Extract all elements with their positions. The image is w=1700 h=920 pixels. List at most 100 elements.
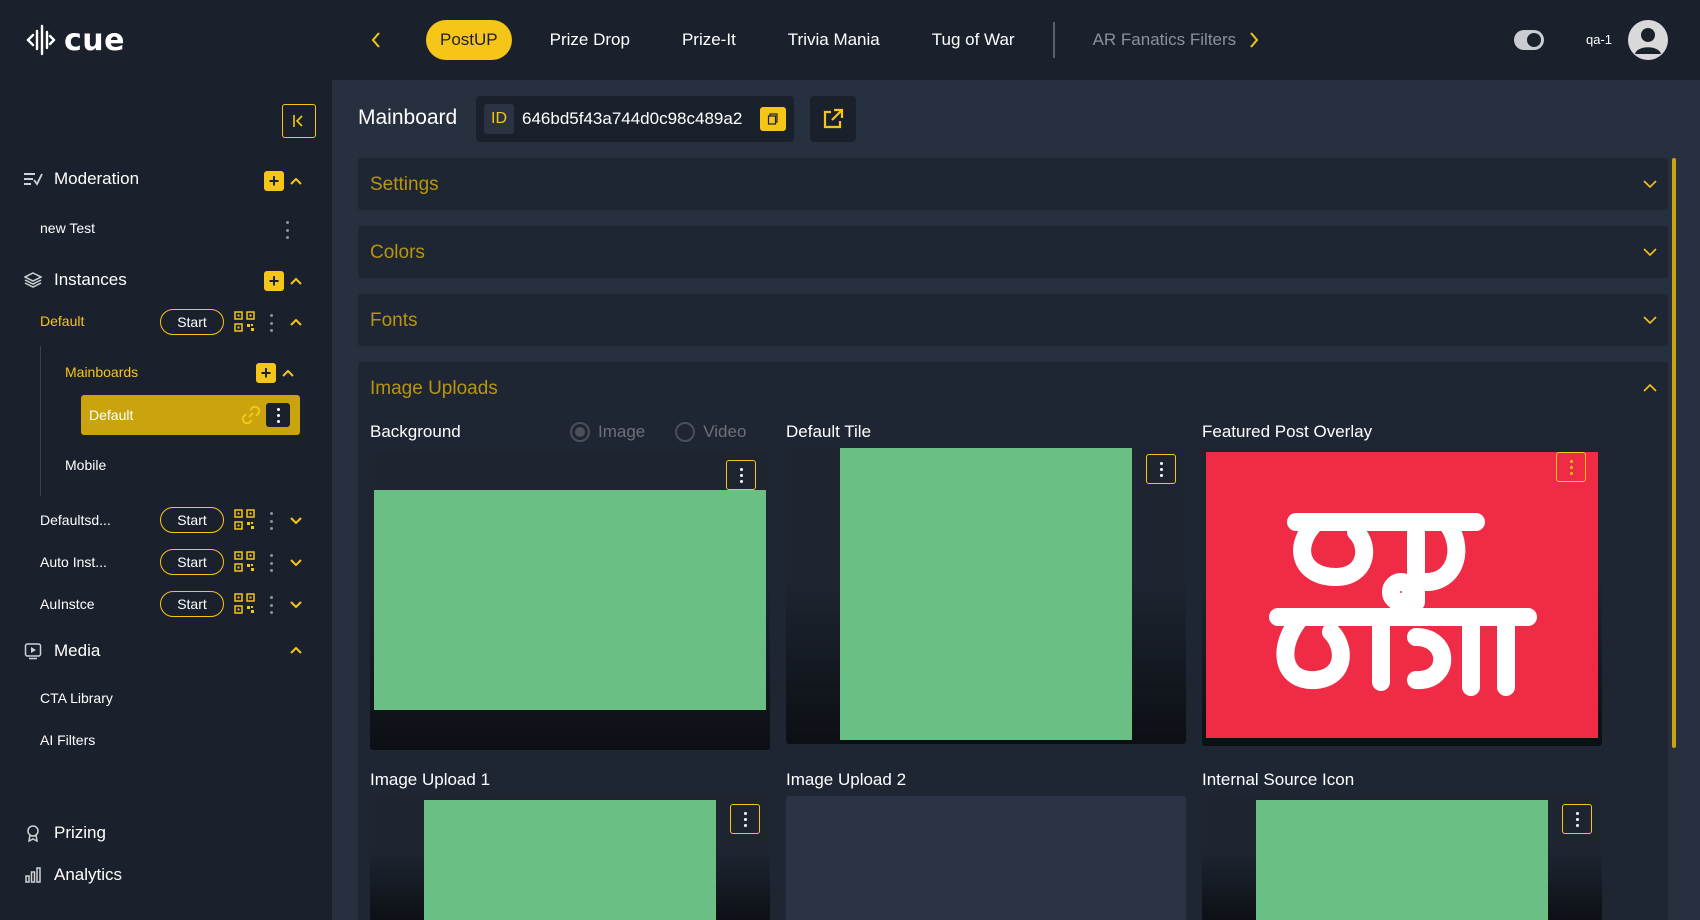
sidebar-item-ai-filters[interactable]: AI Filters: [40, 732, 95, 748]
tab-tug-of-war[interactable]: Tug of War: [918, 20, 1029, 60]
sidebar-item-instance[interactable]: Auto Inst...: [40, 554, 107, 570]
tabs-prev-button[interactable]: [362, 26, 390, 54]
panel-title: Fonts: [370, 310, 418, 331]
more-options-icon[interactable]: [268, 596, 274, 614]
radio-label: Image: [598, 422, 646, 441]
sidebar-section-moderation[interactable]: Moderation: [22, 168, 139, 190]
user-icon: [1635, 28, 1661, 54]
chevron-down-icon[interactable]: [288, 512, 304, 528]
sidebar-item-instance[interactable]: Defaultsd...: [40, 512, 111, 528]
copy-id-button[interactable]: [760, 107, 786, 131]
tab-prize-it[interactable]: Prize-It: [668, 20, 750, 60]
layers-icon: [22, 269, 44, 291]
fonts-panel[interactable]: Fonts: [358, 294, 1668, 346]
sidebar-section-prizing[interactable]: Prizing: [22, 822, 106, 844]
chevron-down-icon[interactable]: [288, 554, 304, 570]
overlay-image: [1206, 452, 1598, 738]
chevron-down-icon[interactable]: [288, 596, 304, 612]
award-icon: [22, 822, 44, 844]
add-instance-button[interactable]: +: [264, 271, 284, 291]
sidebar-section-label: Prizing: [54, 823, 106, 842]
more-options-icon[interactable]: [730, 804, 760, 834]
more-options-icon[interactable]: [1562, 804, 1592, 834]
add-mainboard-button[interactable]: +: [256, 363, 276, 383]
featured-overlay-preview[interactable]: [1202, 448, 1602, 746]
collapse-sidebar-button[interactable]: [282, 104, 316, 138]
chevron-up-icon[interactable]: [288, 642, 304, 658]
tab-postup[interactable]: PostUP: [426, 20, 512, 60]
more-options-icon[interactable]: [268, 554, 274, 572]
bar-chart-icon: [22, 864, 44, 886]
chevron-up-icon[interactable]: [280, 365, 296, 381]
radio-image[interactable]: Image: [570, 422, 645, 442]
more-options-icon[interactable]: [1556, 452, 1586, 482]
sidebar-item-instance-default[interactable]: Default: [40, 313, 84, 329]
sidebar-item-cta-library[interactable]: CTA Library: [40, 690, 113, 706]
settings-panel[interactable]: Settings: [358, 158, 1668, 210]
open-external-button[interactable]: [810, 96, 856, 142]
collapse-left-icon: [293, 115, 303, 127]
radio-video[interactable]: Video: [675, 422, 746, 442]
internal-source-icon-image: [1256, 800, 1548, 920]
chevron-down-icon[interactable]: [1642, 244, 1658, 260]
colors-panel[interactable]: Colors: [358, 226, 1668, 278]
tabs-next-button[interactable]: [1240, 26, 1268, 54]
image-upload-1-image: [424, 800, 716, 920]
radio-label: Video: [703, 422, 747, 441]
tab-ar-fanatics-filters[interactable]: AR Fanatics Filters: [1079, 20, 1251, 60]
chevron-up-icon[interactable]: [288, 314, 304, 330]
panel-title[interactable]: Image Uploads: [370, 378, 498, 400]
qr-code-icon[interactable]: [234, 593, 256, 615]
id-badge: ID: [484, 104, 514, 134]
app-logo[interactable]: cue: [24, 20, 125, 60]
page-title: Mainboard: [358, 106, 458, 129]
theme-toggle[interactable]: [1514, 30, 1544, 50]
more-options-icon[interactable]: [266, 403, 290, 427]
sidebar-section-instances[interactable]: Instances: [22, 269, 127, 291]
sidebar-item-instance[interactable]: AuInstce: [40, 596, 94, 612]
link-icon[interactable]: [241, 405, 261, 425]
chevron-up-icon[interactable]: [288, 273, 304, 289]
sidebar-section-analytics[interactable]: Analytics: [22, 864, 122, 886]
more-options-icon[interactable]: [1146, 454, 1176, 484]
start-button[interactable]: Start: [160, 309, 224, 335]
more-options-icon[interactable]: [268, 314, 274, 332]
upload-label-image-upload-2: Image Upload 2: [786, 770, 907, 789]
scrollbar[interactable]: [1672, 158, 1676, 748]
sidebar-item-new-test[interactable]: new Test: [40, 220, 95, 236]
chevron-right-icon: [1250, 32, 1259, 48]
qr-code-icon[interactable]: [234, 509, 256, 531]
avatar[interactable]: [1628, 20, 1668, 60]
start-button[interactable]: Start: [160, 507, 224, 533]
internal-source-icon-preview[interactable]: [1202, 796, 1602, 920]
chevron-up-icon[interactable]: [288, 173, 304, 189]
start-button[interactable]: Start: [160, 591, 224, 617]
sidebar-item-mainboard-default[interactable]: Default: [81, 395, 300, 435]
tab-prize-drop[interactable]: Prize Drop: [536, 20, 644, 60]
sidebar-item-mobile[interactable]: Mobile: [65, 457, 106, 473]
default-tile-image: [840, 448, 1132, 740]
upload-label-featured-post-overlay: Featured Post Overlay: [1202, 422, 1373, 441]
image-upload-2-preview[interactable]: [786, 796, 1186, 920]
external-link-icon: [823, 108, 844, 129]
chevron-down-icon[interactable]: [1642, 176, 1658, 192]
image-uploads-panel: Image Uploads Background Image Video Def…: [358, 362, 1668, 920]
chevron-up-icon[interactable]: [1642, 380, 1658, 396]
sidebar-section-label: Media: [54, 641, 101, 660]
background-preview[interactable]: [370, 452, 770, 750]
start-button[interactable]: Start: [160, 549, 224, 575]
qr-code-icon[interactable]: [234, 551, 256, 573]
default-tile-preview[interactable]: [786, 448, 1186, 744]
chevron-down-icon[interactable]: [1642, 312, 1658, 328]
more-options-icon[interactable]: [284, 221, 290, 239]
sidebar-item-mainboards[interactable]: Mainboards: [65, 364, 138, 380]
qr-code-icon[interactable]: [234, 311, 256, 333]
more-options-icon[interactable]: [726, 460, 756, 490]
add-moderation-button[interactable]: +: [264, 171, 284, 191]
image-upload-1-preview[interactable]: [370, 796, 770, 920]
logo-text: cue: [64, 22, 125, 58]
tab-trivia-mania[interactable]: Trivia Mania: [774, 20, 894, 60]
more-options-icon[interactable]: [268, 512, 274, 530]
sidebar-section-media[interactable]: Media: [22, 640, 100, 662]
moderation-icon: [22, 168, 44, 190]
